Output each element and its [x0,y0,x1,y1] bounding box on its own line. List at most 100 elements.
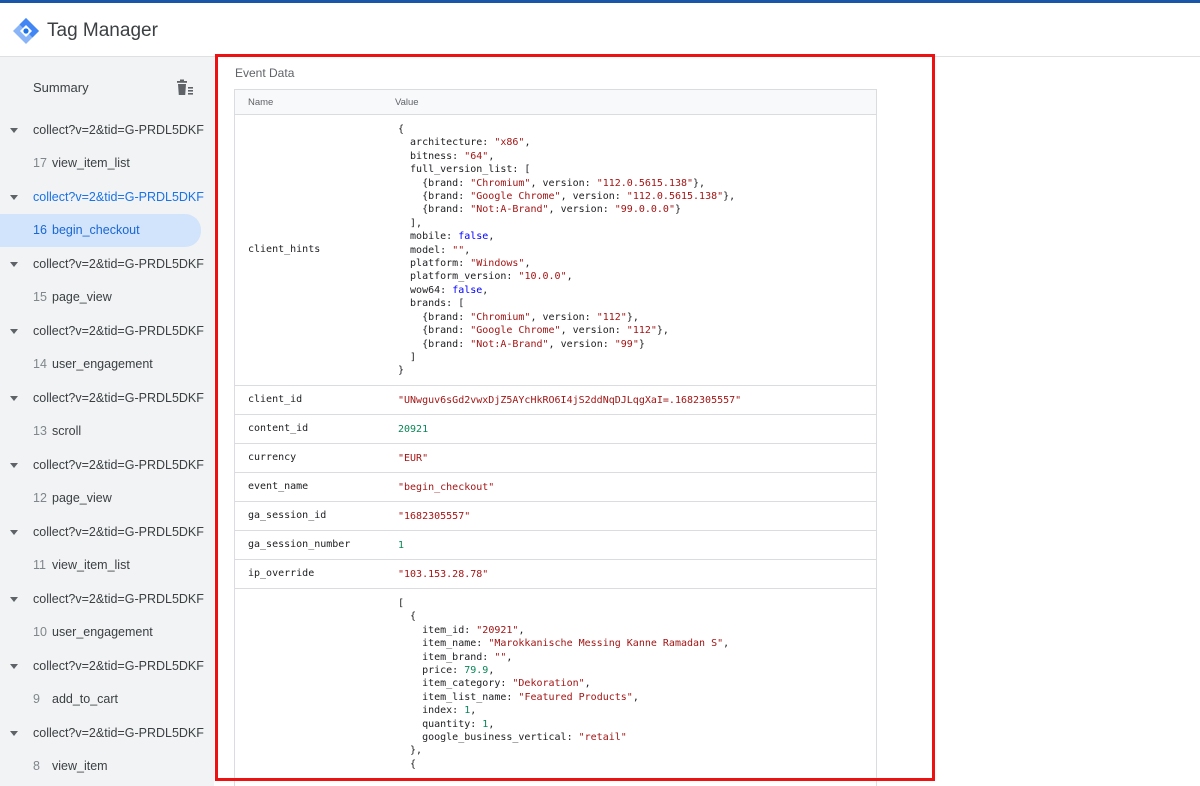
event-number: 9 [33,692,40,706]
expand-caret-icon[interactable] [10,664,18,669]
code-token: } [638,338,645,350]
cell-name: client_hints [248,243,321,255]
code-token: {brand: [398,204,471,216]
expand-caret-icon[interactable] [10,731,18,736]
request-item[interactable]: collect?v=2&tid=G-PRDL5DKF [0,516,214,549]
request-item[interactable]: collect?v=2&tid=G-PRDL5DKF [0,382,214,415]
code-token: "112" [596,311,627,323]
sidebar: Summary collect?v=2&tid=G-PRDL5DKF 17 view… [0,57,214,786]
event-item[interactable]: 11 view_item_list [0,549,214,582]
code-line: {brand: "Not:A-Brand", version: "99"} [398,338,735,351]
expand-caret-icon[interactable] [10,597,18,602]
request-item[interactable]: collect?v=2&tid=G-PRDL5DKF [0,315,214,348]
code-line: } [398,364,735,377]
expand-caret-icon[interactable] [10,195,18,200]
expand-caret-icon[interactable] [10,530,18,535]
cell-name: ip_override [248,567,315,579]
code-token: "99" [614,338,639,350]
expand-caret-icon[interactable] [10,128,18,133]
code-token: , [488,718,495,730]
top-app-bar: Tag Manager [0,0,1200,57]
code-line: "begin_checkout" [398,481,494,494]
code-token: "112.0.5615.138" [626,191,724,203]
event-label: user_engagement [52,357,153,371]
code-line: item_list_name: "Featured Products", [398,691,729,704]
summary-label: Summary [33,80,89,95]
table-row: event_name "begin_checkout" [235,473,876,502]
event-item[interactable]: 13 scroll [0,415,214,448]
code-line: item_category: "Dekoration", [398,677,729,690]
code-token: false [458,231,489,243]
event-item[interactable]: 10 user_engagement [0,616,214,649]
code-line: item_name: "Marokkanische Messing Kanne … [398,637,729,650]
code-token: "112.0.5615.138" [596,177,694,189]
request-label: collect?v=2&tid=G-PRDL5DKF [33,458,204,472]
event-label: view_item_list [52,156,130,170]
code-token: , version: [560,325,627,337]
event-number: 15 [33,290,47,304]
code-token: "Not:A-Brand" [470,338,549,350]
sidebar-summary[interactable]: Summary [0,57,214,117]
event-item[interactable]: 16 begin_checkout [0,214,201,247]
code-line: { [398,123,735,136]
code-token: {brand: [398,191,471,203]
event-item[interactable]: 15 page_view [0,281,214,314]
request-item[interactable]: collect?v=2&tid=G-PRDL5DKF [0,650,214,683]
cell-value: "103.153.28.78" [398,568,488,581]
event-label: page_view [52,491,112,505]
code-token: index: [398,705,465,717]
expand-caret-icon[interactable] [10,329,18,334]
code-line: full_version_list: [ [398,163,735,176]
column-header-name: Name [248,97,274,108]
request-item[interactable]: collect?v=2&tid=G-PRDL5DKF [0,181,214,214]
request-item[interactable]: collect?v=2&tid=G-PRDL5DKF [0,449,214,482]
request-label: collect?v=2&tid=G-PRDL5DKF [33,659,204,673]
table-row: client_id "UNwguv6sGd2vwxDjZ5AYcHkRO6I4jS… [235,386,876,415]
event-label: begin_checkout [52,223,140,237]
code-token: ] [398,351,417,363]
cell-name: client_id [248,393,303,405]
expand-caret-icon[interactable] [10,262,18,267]
cell-value: 1 [398,539,404,552]
code-token: , [464,244,471,256]
cell-value: 20921 [398,423,428,436]
code-token: "EUR" [398,453,429,464]
code-line: {brand: "Google Chrome", version: "112"}… [398,324,735,337]
code-line: {brand: "Google Chrome", version: "112.0… [398,190,735,203]
request-item[interactable]: collect?v=2&tid=G-PRDL5DKF [0,248,214,281]
cell-name: ga_session_number [248,538,351,550]
event-number: 17 [33,156,47,170]
code-line: platform_version: "10.0.0", [398,270,735,283]
code-token: , [524,137,531,149]
code-line: }, [398,744,729,757]
event-item[interactable]: 12 page_view [0,482,214,515]
code-token: "112" [626,325,657,337]
event-item[interactable]: 8 view_item [0,750,214,783]
code-token: platform: [398,258,471,270]
app-title: Tag Manager [47,20,158,41]
request-item[interactable]: collect?v=2&tid=G-PRDL5DKF [0,583,214,616]
request-item[interactable]: collect?v=2&tid=G-PRDL5DKF [0,114,214,147]
code-token: , version: [560,191,627,203]
request-item[interactable]: collect?v=2&tid=G-PRDL5DKF [0,717,214,750]
expand-caret-icon[interactable] [10,463,18,468]
code-line: brands: [ [398,297,735,310]
event-item[interactable]: 14 user_engagement [0,348,214,381]
cell-value: [ { item_id: "20921", item_name: "Marokk… [398,597,729,771]
event-number: 12 [33,491,47,505]
code-line: item_brand: "", [398,651,729,664]
expand-caret-icon[interactable] [10,396,18,401]
delete-all-icon[interactable] [174,79,194,97]
event-item[interactable]: 9 add_to_cart [0,683,214,716]
event-number: 16 [33,223,47,237]
event-number: 14 [33,357,47,371]
code-token: wow64: [398,284,453,296]
code-token: "Chromium" [470,177,531,189]
code-line: item_id: "20921", [398,624,729,637]
event-label: page_view [52,290,112,304]
code-token: "" [452,244,465,256]
code-line: "1682305557" [398,510,470,523]
event-item[interactable]: 17 view_item_list [0,147,214,180]
event-number: 13 [33,424,47,438]
code-line: wow64: false, [398,284,735,297]
